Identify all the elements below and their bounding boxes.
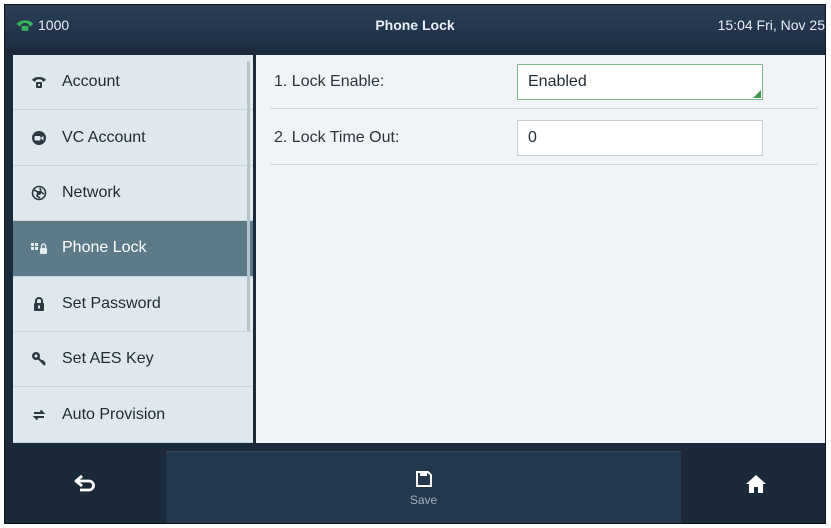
sidebar-item-label: Network [62, 183, 121, 201]
home-button[interactable] [685, 443, 825, 523]
sidebar-item-phone-lock[interactable]: Phone Lock [13, 221, 253, 277]
back-arrow-icon [74, 474, 95, 492]
home-icon [746, 475, 766, 493]
sidebar-item-label: Auto Provision [62, 405, 166, 423]
key-icon [30, 350, 48, 368]
softkey-bar: Save [5, 443, 825, 523]
sidebar-item-auto-provision[interactable]: Auto Provision [13, 387, 253, 443]
network-icon [30, 184, 48, 202]
page-title: Phone Lock [375, 17, 455, 33]
keypad-lock-icon [30, 239, 48, 257]
setting-label: 1. Lock Enable: [274, 72, 385, 90]
save-button[interactable]: Save [166, 451, 681, 523]
sidebar-item-label: Account [62, 73, 120, 91]
input-value: 0 [528, 128, 537, 146]
sidebar-item-network[interactable]: Network [13, 166, 253, 222]
phone-handset-icon [16, 20, 34, 31]
line-number: 1000 [38, 17, 70, 33]
line-indicator: 1000 [15, 17, 69, 33]
sidebar-item-label: Set AES Key [62, 350, 154, 368]
settings-panel: 1. Lock Enable: Enabled 2. Lock Time Out… [256, 55, 825, 443]
sidebar-item-set-aes-key[interactable]: Set AES Key [13, 332, 253, 388]
sidebar-item-vc-account[interactable]: VC Account [13, 110, 253, 166]
sync-icon [30, 406, 48, 424]
setting-row-lock-timeout: 2. Lock Time Out: 0 [270, 111, 818, 165]
sidebar-item-label: Set Password [62, 294, 161, 312]
sidebar-item-label: VC Account [62, 128, 146, 146]
sidebar-scrollbar[interactable] [247, 61, 250, 331]
dropdown-value: Enabled [528, 72, 587, 90]
lock-timeout-input[interactable]: 0 [517, 119, 763, 156]
phone-screen: 1000 Phone Lock 15:04 Fri, Nov 25 Accoun… [4, 4, 826, 524]
phone-icon [30, 73, 48, 91]
datetime: 15:04 Fri, Nov 25 [717, 17, 825, 33]
floppy-disk-icon [415, 471, 432, 487]
sidebar-menu: Account VC Account Network Phone Lock Se… [13, 55, 253, 443]
setting-label: 2. Lock Time Out: [274, 128, 400, 146]
padlock-icon [30, 295, 48, 313]
setting-row-lock-enable: 1. Lock Enable: Enabled [270, 55, 818, 109]
back-button[interactable] [5, 443, 165, 523]
sidebar-item-label: Phone Lock [62, 239, 147, 257]
save-label: Save [409, 493, 438, 507]
sidebar-item-set-password[interactable]: Set Password [13, 277, 253, 332]
dropdown-corner-icon [753, 89, 761, 98]
lock-enable-dropdown[interactable]: Enabled [517, 63, 763, 100]
sidebar-item-account[interactable]: Account [13, 55, 253, 111]
vc-icon [30, 129, 48, 147]
status-bar: 1000 Phone Lock 15:04 Fri, Nov 25 [5, 5, 825, 47]
